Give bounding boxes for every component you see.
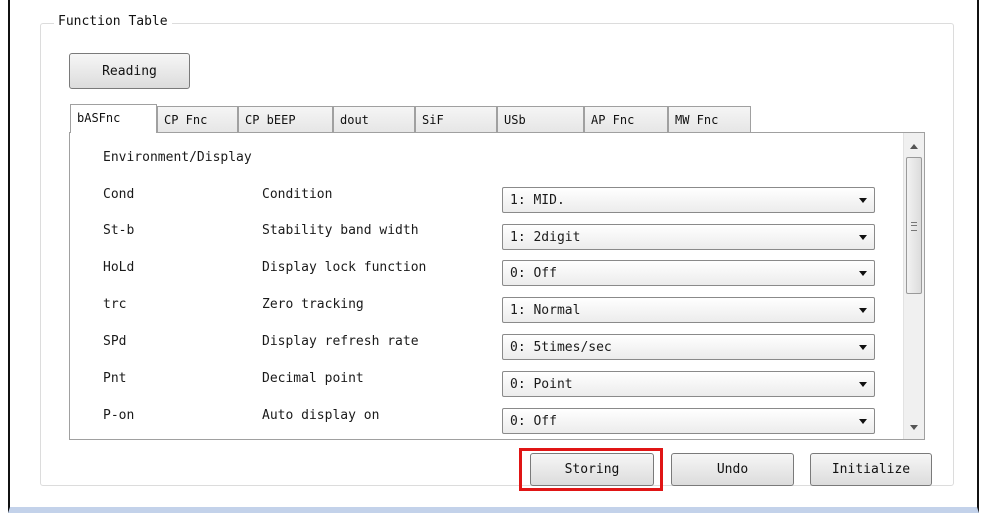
display-lock-dropdown[interactable]: 0: Off (502, 260, 875, 286)
chevron-down-icon (859, 198, 867, 203)
auto-display-dropdown[interactable]: 0: Off (502, 408, 875, 434)
scroll-up-arrow-icon[interactable] (910, 144, 918, 149)
row-desc-zero-tracking: Zero tracking (262, 297, 364, 312)
row-desc-auto-display: Auto display on (262, 408, 380, 423)
tab-dout[interactable]: dout (333, 106, 415, 132)
row-code-pnt: Pnt (103, 371, 127, 386)
refresh-rate-value: 0: 5times/sec (510, 339, 612, 355)
tab-ap-fnc[interactable]: AP Fnc (584, 106, 668, 132)
chevron-down-icon (859, 235, 867, 240)
row-code-spd: SPd (103, 334, 127, 349)
chevron-down-icon (859, 419, 867, 424)
tab-cp-beep[interactable]: CP bEEP (238, 106, 333, 132)
scroll-down-arrow-icon[interactable] (910, 425, 918, 430)
row-code-trc: trc (103, 297, 127, 312)
reading-button[interactable]: Reading (69, 53, 190, 89)
chevron-down-icon (859, 382, 867, 387)
row-code-p-on: P-on (103, 408, 135, 423)
chevron-down-icon (859, 308, 867, 313)
stability-band-dropdown[interactable]: 1: 2digit (502, 224, 875, 250)
zero-tracking-value: 1: Normal (510, 302, 581, 318)
condition-value: 1: MID. (510, 192, 565, 208)
storing-button[interactable]: Storing (530, 453, 654, 486)
row-desc-refresh-rate: Display refresh rate (262, 334, 419, 349)
tab-basfnc[interactable]: bASFnc (70, 104, 157, 133)
decimal-point-value: 0: Point (510, 376, 573, 392)
tab-cp-fnc[interactable]: CP Fnc (157, 106, 238, 132)
initialize-button[interactable]: Initialize (810, 453, 932, 486)
section-title: Environment/Display (103, 150, 252, 165)
refresh-rate-dropdown[interactable]: 0: 5times/sec (502, 334, 875, 360)
zero-tracking-dropdown[interactable]: 1: Normal (502, 297, 875, 323)
row-desc-stability: Stability band width (262, 223, 419, 238)
undo-button[interactable]: Undo (671, 453, 794, 486)
tab-sif[interactable]: SiF (415, 106, 497, 132)
chevron-down-icon (859, 345, 867, 350)
row-code-st-b: St-b (103, 223, 135, 238)
display-lock-value: 0: Off (510, 265, 557, 281)
tab-mw-fnc[interactable]: MW Fnc (668, 106, 751, 132)
row-desc-condition: Condition (262, 187, 333, 202)
decimal-point-dropdown[interactable]: 0: Point (502, 371, 875, 397)
row-code-cond: Cond (103, 187, 135, 202)
row-desc-decimal-point: Decimal point (262, 371, 364, 386)
scroll-thumb[interactable] (906, 157, 922, 294)
condition-dropdown[interactable]: 1: MID. (502, 187, 875, 213)
tab-usb[interactable]: USb (497, 106, 584, 132)
grip-icon (911, 222, 917, 231)
chevron-down-icon (859, 271, 867, 276)
row-code-hold: HoLd (103, 260, 135, 275)
stability-band-value: 1: 2digit (510, 229, 581, 245)
group-title: Function Table (54, 14, 172, 29)
auto-display-value: 0: Off (510, 413, 557, 429)
row-desc-display-lock: Display lock function (262, 260, 427, 275)
vertical-scrollbar[interactable] (903, 133, 924, 439)
